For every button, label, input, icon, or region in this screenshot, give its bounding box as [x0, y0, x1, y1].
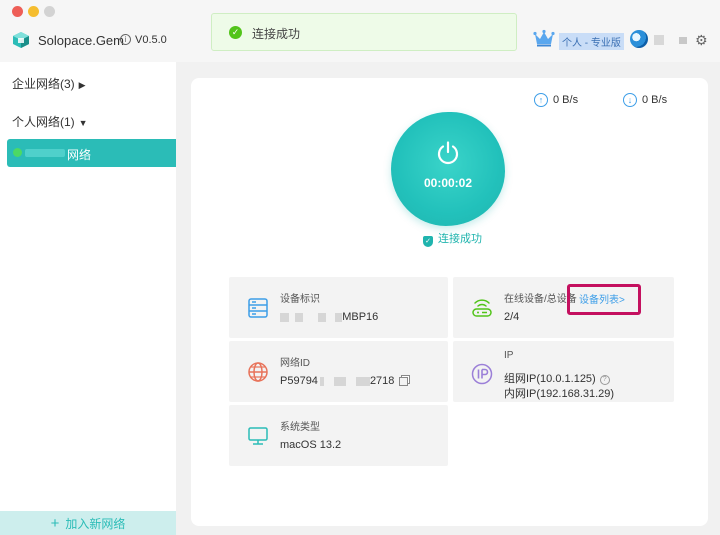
add-network-label: 加入新网络: [65, 517, 126, 531]
zoom-window-button[interactable]: [44, 6, 55, 17]
device-id-suffix: MBP16: [342, 311, 379, 323]
masked-network-name: [25, 149, 65, 157]
sidebar-group-label: 企业网络(3): [12, 77, 75, 91]
connection-status-text: 连接成功: [438, 233, 482, 245]
ip-card: IP 组网IP(10.0.1.125)? 内网IP(192.168.31.29): [453, 341, 674, 402]
close-window-button[interactable]: [12, 6, 23, 17]
lan-ip: 组网IP(10.0.1.125)?: [504, 370, 610, 386]
os-card: 系统类型 macOS 13.2: [229, 405, 448, 466]
ip-label: IP: [504, 350, 514, 361]
avatar[interactable]: [630, 30, 648, 48]
toast-message: 连接成功: [252, 27, 301, 41]
online-devices-label: 在线设备/总设备: [504, 294, 577, 305]
connection-status: ✓ 连接成功: [423, 230, 482, 247]
minimize-window-button[interactable]: [28, 6, 39, 17]
network-id-suffix: 2718: [369, 375, 395, 387]
info-icon[interactable]: i: [120, 34, 131, 45]
network-id-value: P59794 2718: [280, 375, 409, 387]
os-label: 系统类型: [280, 422, 320, 433]
arrow-up-icon: ↑: [534, 93, 548, 107]
network-id-card: 网络ID P59794 2718: [229, 341, 448, 402]
sidebar-item-network[interactable]: 网络: [7, 139, 176, 167]
local-ip-value: 内网IP(192.168.31.29): [504, 388, 615, 400]
copy-icon[interactable]: [399, 376, 409, 386]
sidebar: 企业网络(3) ▶ 个人网络(1) ▼ 网络 + 加入新网络: [0, 62, 176, 535]
gear-icon[interactable]: ⚙: [695, 33, 708, 47]
device-id-value: MBP16: [280, 311, 378, 323]
main-panel: ↑ 0 B/s ↓ 0 B/s 00:00:02 ✓ 连接成功 设备标识 MBP16: [191, 78, 708, 526]
masked-text: [280, 312, 289, 322]
caret-down-icon: ▼: [78, 118, 88, 128]
download-speed-value: 0 B/s: [642, 93, 668, 106]
sidebar-group-enterprise[interactable]: 企业网络(3) ▶: [12, 75, 86, 92]
connect-toggle-button[interactable]: 00:00:02: [391, 112, 505, 226]
device-id-label: 设备标识: [280, 294, 320, 305]
network-id-label: 网络ID: [280, 358, 310, 369]
server-icon: [248, 298, 268, 318]
upload-speed-value: 0 B/s: [553, 93, 579, 106]
app-version: V0.5.0: [135, 34, 167, 46]
network-id-prefix: P59794: [280, 375, 318, 387]
masked-text: [318, 312, 327, 322]
masked-text: [355, 376, 370, 386]
check-circle-icon: ✓: [229, 26, 242, 39]
plan-badge[interactable]: 个人 - 专业版: [559, 33, 624, 50]
device-id-card: 设备标识 MBP16: [229, 277, 448, 338]
online-status-icon: [13, 148, 22, 157]
masked-text: [679, 37, 687, 44]
os-value: macOS 13.2: [280, 439, 342, 451]
masked-username: [654, 35, 664, 45]
sidebar-group-personal[interactable]: 个人网络(1) ▼: [12, 113, 88, 130]
crown-icon: [533, 29, 555, 47]
connection-timer: 00:00:02: [423, 176, 473, 190]
shield-check-icon: ✓: [423, 236, 433, 247]
ip-icon: [471, 363, 493, 385]
lan-ip-value: 组网IP(10.0.1.125): [504, 373, 596, 385]
globe-icon: [248, 362, 268, 382]
device-list-link[interactable]: 设备列表>: [579, 291, 625, 306]
online-devices-value: 2/4: [504, 311, 520, 323]
caret-right-icon: ▶: [78, 80, 86, 90]
app-logo-icon: [13, 32, 29, 48]
title-bar: Solopace.Gem i V0.5.0 ✓ 连接成功 个人 - 专业版 ⚙: [0, 0, 720, 62]
power-icon: [437, 141, 459, 165]
masked-text: [333, 376, 346, 386]
router-icon: [472, 299, 492, 317]
monitor-icon: [248, 427, 268, 445]
masked-text: [295, 312, 304, 322]
app-name: Solopace.Gem: [38, 33, 124, 48]
add-network-button[interactable]: + 加入新网络: [0, 511, 176, 535]
arrow-down-icon: ↓: [623, 93, 637, 107]
upload-speed: ↑ 0 B/s: [534, 93, 578, 107]
masked-text: [319, 376, 324, 386]
help-icon[interactable]: ?: [599, 375, 610, 385]
success-toast: ✓ 连接成功: [211, 13, 517, 51]
plus-icon: +: [50, 515, 60, 532]
download-speed: ↓ 0 B/s: [623, 93, 667, 107]
network-name: 网络: [67, 148, 92, 162]
sidebar-group-label: 个人网络(1): [12, 115, 75, 129]
